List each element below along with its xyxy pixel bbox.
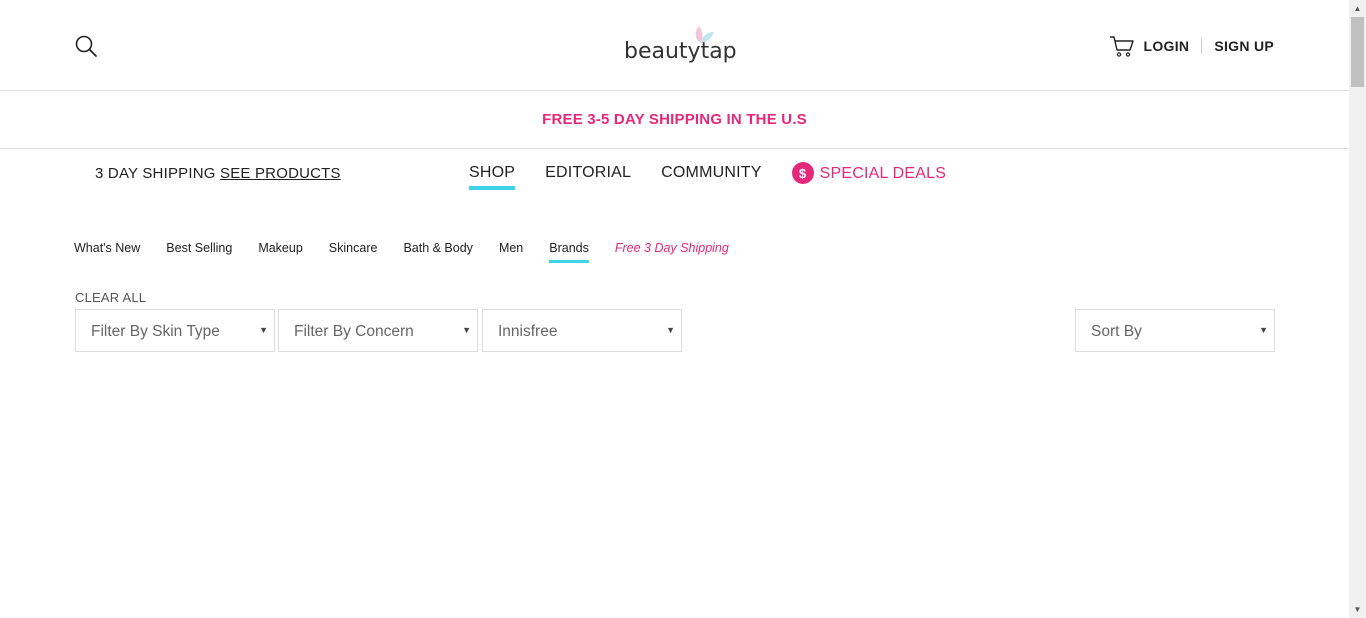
see-products-link[interactable]: SEE PRODUCTS	[220, 165, 341, 182]
caret-down-icon: ▼	[1259, 325, 1268, 335]
login-link[interactable]: LOGIN	[1143, 38, 1189, 54]
promo-banner: FREE 3-5 DAY SHIPPING IN THE U.S	[0, 92, 1349, 149]
vertical-scrollbar[interactable]: ▲ ▼	[1349, 0, 1366, 618]
clear-all-button[interactable]: CLEAR ALL	[75, 290, 146, 305]
brand-select[interactable]: Innisfree ▼	[482, 309, 682, 352]
logo-text: beautytap	[624, 39, 737, 64]
nav-editorial[interactable]: EDITORIAL	[545, 164, 631, 190]
sort-select[interactable]: Sort By ▼	[1075, 309, 1275, 352]
subnav-skincare[interactable]: Skincare	[329, 241, 378, 263]
nav-special-deals[interactable]: $ SPECIAL DEALS	[791, 162, 947, 192]
scroll-thumb[interactable]	[1351, 17, 1364, 87]
account-links: LOGIN SIGN UP	[1109, 33, 1274, 59]
nav-shop[interactable]: SHOP	[469, 164, 516, 190]
main-nav: SHOP EDITORIAL COMMUNITY $ SPECIAL DEALS	[469, 162, 947, 192]
shipping-note-label: 3 DAY SHIPPING	[95, 165, 216, 182]
caret-down-icon: ▼	[666, 325, 675, 335]
special-deals-label: SPECIAL DEALS	[819, 165, 947, 182]
scroll-up-arrow-icon[interactable]: ▲	[1349, 0, 1366, 17]
site-logo[interactable]: beautytap	[622, 26, 737, 68]
search-icon[interactable]	[74, 34, 98, 58]
sub-nav: What's New Best Selling Makeup Skincare …	[74, 241, 755, 263]
site-header: beautytap LOGIN SIGN UP	[0, 0, 1349, 91]
dollar-icon: $	[791, 162, 814, 184]
nav-community[interactable]: COMMUNITY	[661, 164, 761, 190]
cart-icon[interactable]	[1109, 33, 1135, 59]
subnav-men[interactable]: Men	[499, 241, 523, 263]
subnav-makeup[interactable]: Makeup	[258, 241, 302, 263]
skin-type-select[interactable]: Filter By Skin Type ▼	[75, 309, 275, 352]
caret-down-icon: ▼	[259, 325, 268, 335]
brand-value: Innisfree	[498, 323, 558, 340]
shipping-note: 3 DAY SHIPPING SEE PRODUCTS	[95, 165, 341, 182]
subnav-best-selling[interactable]: Best Selling	[166, 241, 232, 263]
page: beautytap LOGIN SIGN UP FREE 3-5 DAY SHI…	[0, 0, 1349, 618]
concern-select[interactable]: Filter By Concern ▼	[278, 309, 478, 352]
subnav-free-shipping[interactable]: Free 3 Day Shipping	[615, 241, 729, 263]
header-divider	[1201, 38, 1203, 54]
caret-down-icon: ▼	[462, 325, 471, 335]
skin-type-value: Filter By Skin Type	[91, 323, 220, 340]
scroll-down-arrow-icon[interactable]: ▼	[1349, 601, 1366, 618]
promo-text[interactable]: FREE 3-5 DAY SHIPPING IN THE U.S	[542, 111, 807, 128]
subnav-bath-body[interactable]: Bath & Body	[403, 241, 473, 263]
subnav-whats-new[interactable]: What's New	[74, 241, 140, 263]
signup-link[interactable]: SIGN UP	[1214, 38, 1274, 54]
subnav-brands[interactable]: Brands	[549, 241, 589, 263]
concern-value: Filter By Concern	[294, 323, 414, 340]
sort-value: Sort By	[1091, 323, 1142, 340]
